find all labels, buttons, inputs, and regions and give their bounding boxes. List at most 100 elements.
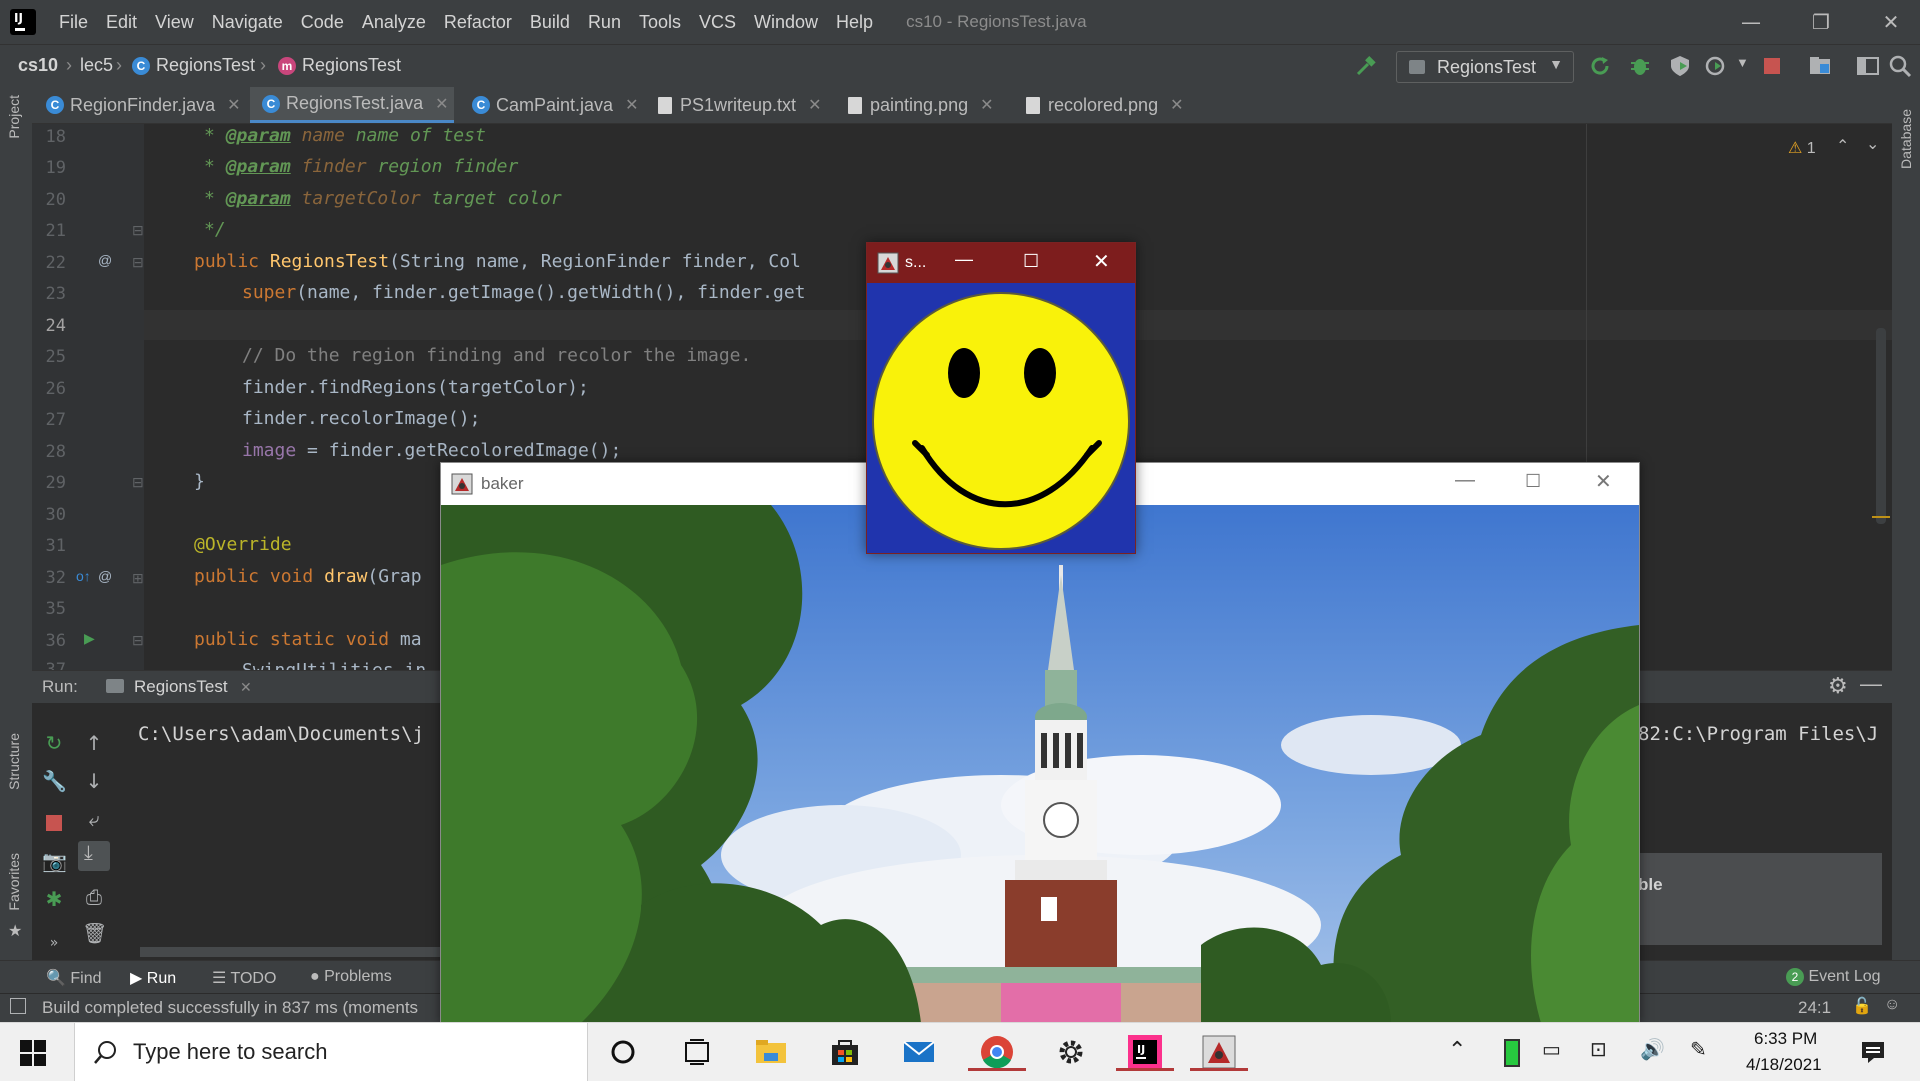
fold-icon[interactable]: ⊞ [132,570,144,587]
battery-icon[interactable] [1504,1039,1520,1067]
console-hscrollbar[interactable] [140,947,480,957]
tab-recolored[interactable]: recolored.png ✕ [1026,87,1226,123]
inspector-icon[interactable]: ☺ [1884,996,1900,1014]
menu-window[interactable]: Window [745,12,827,33]
breadcrumb-method[interactable]: m RegionsTest [278,55,401,76]
breadcrumb-class[interactable]: C RegionsTest [132,55,255,76]
chrome-icon[interactable] [968,1033,1026,1071]
smiley-title-bar[interactable]: s... — ☐ ✕ [867,243,1135,283]
tab-regionfinder[interactable]: C RegionFinder.java ✕ [46,87,246,123]
notification-icon[interactable] [1860,1039,1886,1065]
profile-icon[interactable] [1704,54,1728,78]
fold-icon[interactable]: ⊟ [132,474,144,491]
mail-icon[interactable] [900,1033,938,1071]
print-icon[interactable]: ⎙ [82,885,106,909]
java-taskbar-icon[interactable] [1190,1033,1248,1071]
rerun-icon[interactable]: ↻ [42,731,66,755]
fold-icon[interactable]: ⊟ [132,254,144,271]
menu-code[interactable]: Code [292,12,353,33]
menu-run[interactable]: Run [579,12,630,33]
menu-vcs[interactable]: VCS [690,12,745,33]
close-button[interactable]: ✕ [1595,469,1612,494]
annotation-marker-icon[interactable]: @ [98,568,112,584]
network-icon[interactable]: ⊡ [1590,1037,1607,1062]
warning-stripe-mark[interactable] [1872,516,1890,518]
scroll-to-end-toggle[interactable]: ⤓ [78,841,110,871]
minimize-button[interactable]: — [1455,469,1475,492]
event-log-button[interactable]: 2 Event Log [1786,968,1881,986]
run-tool-button[interactable]: ▶ Run [130,968,176,988]
chevron-up-icon[interactable]: ⌃ [1836,136,1849,156]
close-button[interactable]: ✕ [1093,249,1110,274]
pen-icon[interactable]: ✎ [1690,1037,1707,1062]
menu-build[interactable]: Build [521,12,579,33]
search-icon[interactable] [1888,54,1912,78]
wrench-icon[interactable]: 🔧 [42,769,67,793]
close-icon[interactable]: ✕ [808,95,821,115]
restore-button[interactable]: ❐ [1786,0,1856,44]
chevron-down-icon[interactable]: ⌄ [1866,134,1879,154]
stop-icon[interactable] [46,815,62,831]
minimize-button[interactable]: — [1716,0,1786,44]
project-tool-button[interactable]: Project [6,95,22,139]
close-button[interactable]: ✕ [1856,0,1920,44]
menu-view[interactable]: View [146,12,203,33]
cortana-icon[interactable] [604,1033,642,1071]
close-icon[interactable]: ✕ [980,95,993,115]
run-gutter-icon[interactable]: ▶ [84,630,95,647]
panel-toggle-icon[interactable] [10,998,26,1014]
hide-panel-icon[interactable]: — [1860,671,1882,697]
run-configuration-select[interactable]: RegionsTest ▼ [1396,51,1574,83]
caret-position[interactable]: 24:1 [1798,998,1831,1018]
file-explorer-icon[interactable] [752,1033,790,1071]
soft-wrap-icon[interactable]: ⤶ [82,807,106,831]
chevron-up-icon[interactable]: ⌃ [1448,1037,1466,1063]
chevron-down-icon[interactable]: ▼ [1736,55,1749,70]
menu-edit[interactable]: Edit [97,12,146,33]
more-icon[interactable]: » [42,931,66,955]
run-tab-label[interactable]: RegionsTest [134,677,228,697]
maximize-button[interactable]: ☐ [1023,251,1039,272]
minimize-button[interactable]: — [955,249,973,270]
fold-icon[interactable]: ⊟ [132,222,144,239]
debug-icon[interactable] [1628,54,1652,78]
layout-icon[interactable] [1856,54,1880,78]
windows-start-icon[interactable] [20,1040,46,1066]
find-tool-button[interactable]: 🔍 Find [46,968,102,988]
menu-help[interactable]: Help [827,12,882,33]
override-marker-icon[interactable]: o↑ [76,568,91,584]
volume-icon[interactable]: 🔊 [1640,1037,1665,1062]
breadcrumb-project[interactable]: cs10 [18,55,58,76]
build-hammer-icon[interactable] [1354,54,1378,78]
intellij-taskbar-icon[interactable]: IJ [1116,1033,1174,1071]
menu-tools[interactable]: Tools [630,12,690,33]
trash-icon[interactable]: 🗑 [82,921,107,945]
debug-icon[interactable]: ✱ [42,887,66,911]
favorites-tool-button[interactable]: Favorites [6,853,22,911]
rerun-icon[interactable] [1588,54,1612,78]
clock-date[interactable]: 4/18/2021 [1746,1055,1822,1075]
close-icon[interactable]: ✕ [1170,95,1183,115]
project-structure-icon[interactable] [1808,54,1832,78]
tab-regionstest[interactable]: C RegionsTest.java ✕ [250,87,454,123]
settings-gear-icon[interactable] [1052,1033,1090,1071]
notification-popup[interactable]: ble [1638,853,1882,945]
close-icon[interactable]: ✕ [240,679,252,696]
structure-tool-button[interactable]: Structure [6,733,22,790]
fold-icon[interactable]: ⊟ [132,632,144,649]
menu-analyze[interactable]: Analyze [353,12,435,33]
camera-icon[interactable]: 📷 [42,849,67,873]
task-view-icon[interactable] [678,1033,716,1071]
database-tool-button[interactable]: Database [1898,109,1914,169]
tab-campaint[interactable]: C CamPaint.java ✕ [472,87,662,123]
lock-icon[interactable]: 🔓 [1852,996,1872,1016]
annotation-marker-icon[interactable]: @ [98,252,112,268]
inspection-widget[interactable]: ⚠ 1 [1788,138,1816,158]
tab-painting[interactable]: painting.png ✕ [848,87,1028,123]
smiley-window[interactable]: s... — ☐ ✕ [866,242,1136,554]
coverage-icon[interactable] [1668,54,1692,78]
taskbar-search-box[interactable]: Type here to search [74,1023,588,1081]
close-icon[interactable]: ✕ [435,94,448,114]
gear-icon[interactable]: ⚙ [1828,673,1848,699]
power-icon[interactable]: ▭ [1542,1037,1561,1062]
